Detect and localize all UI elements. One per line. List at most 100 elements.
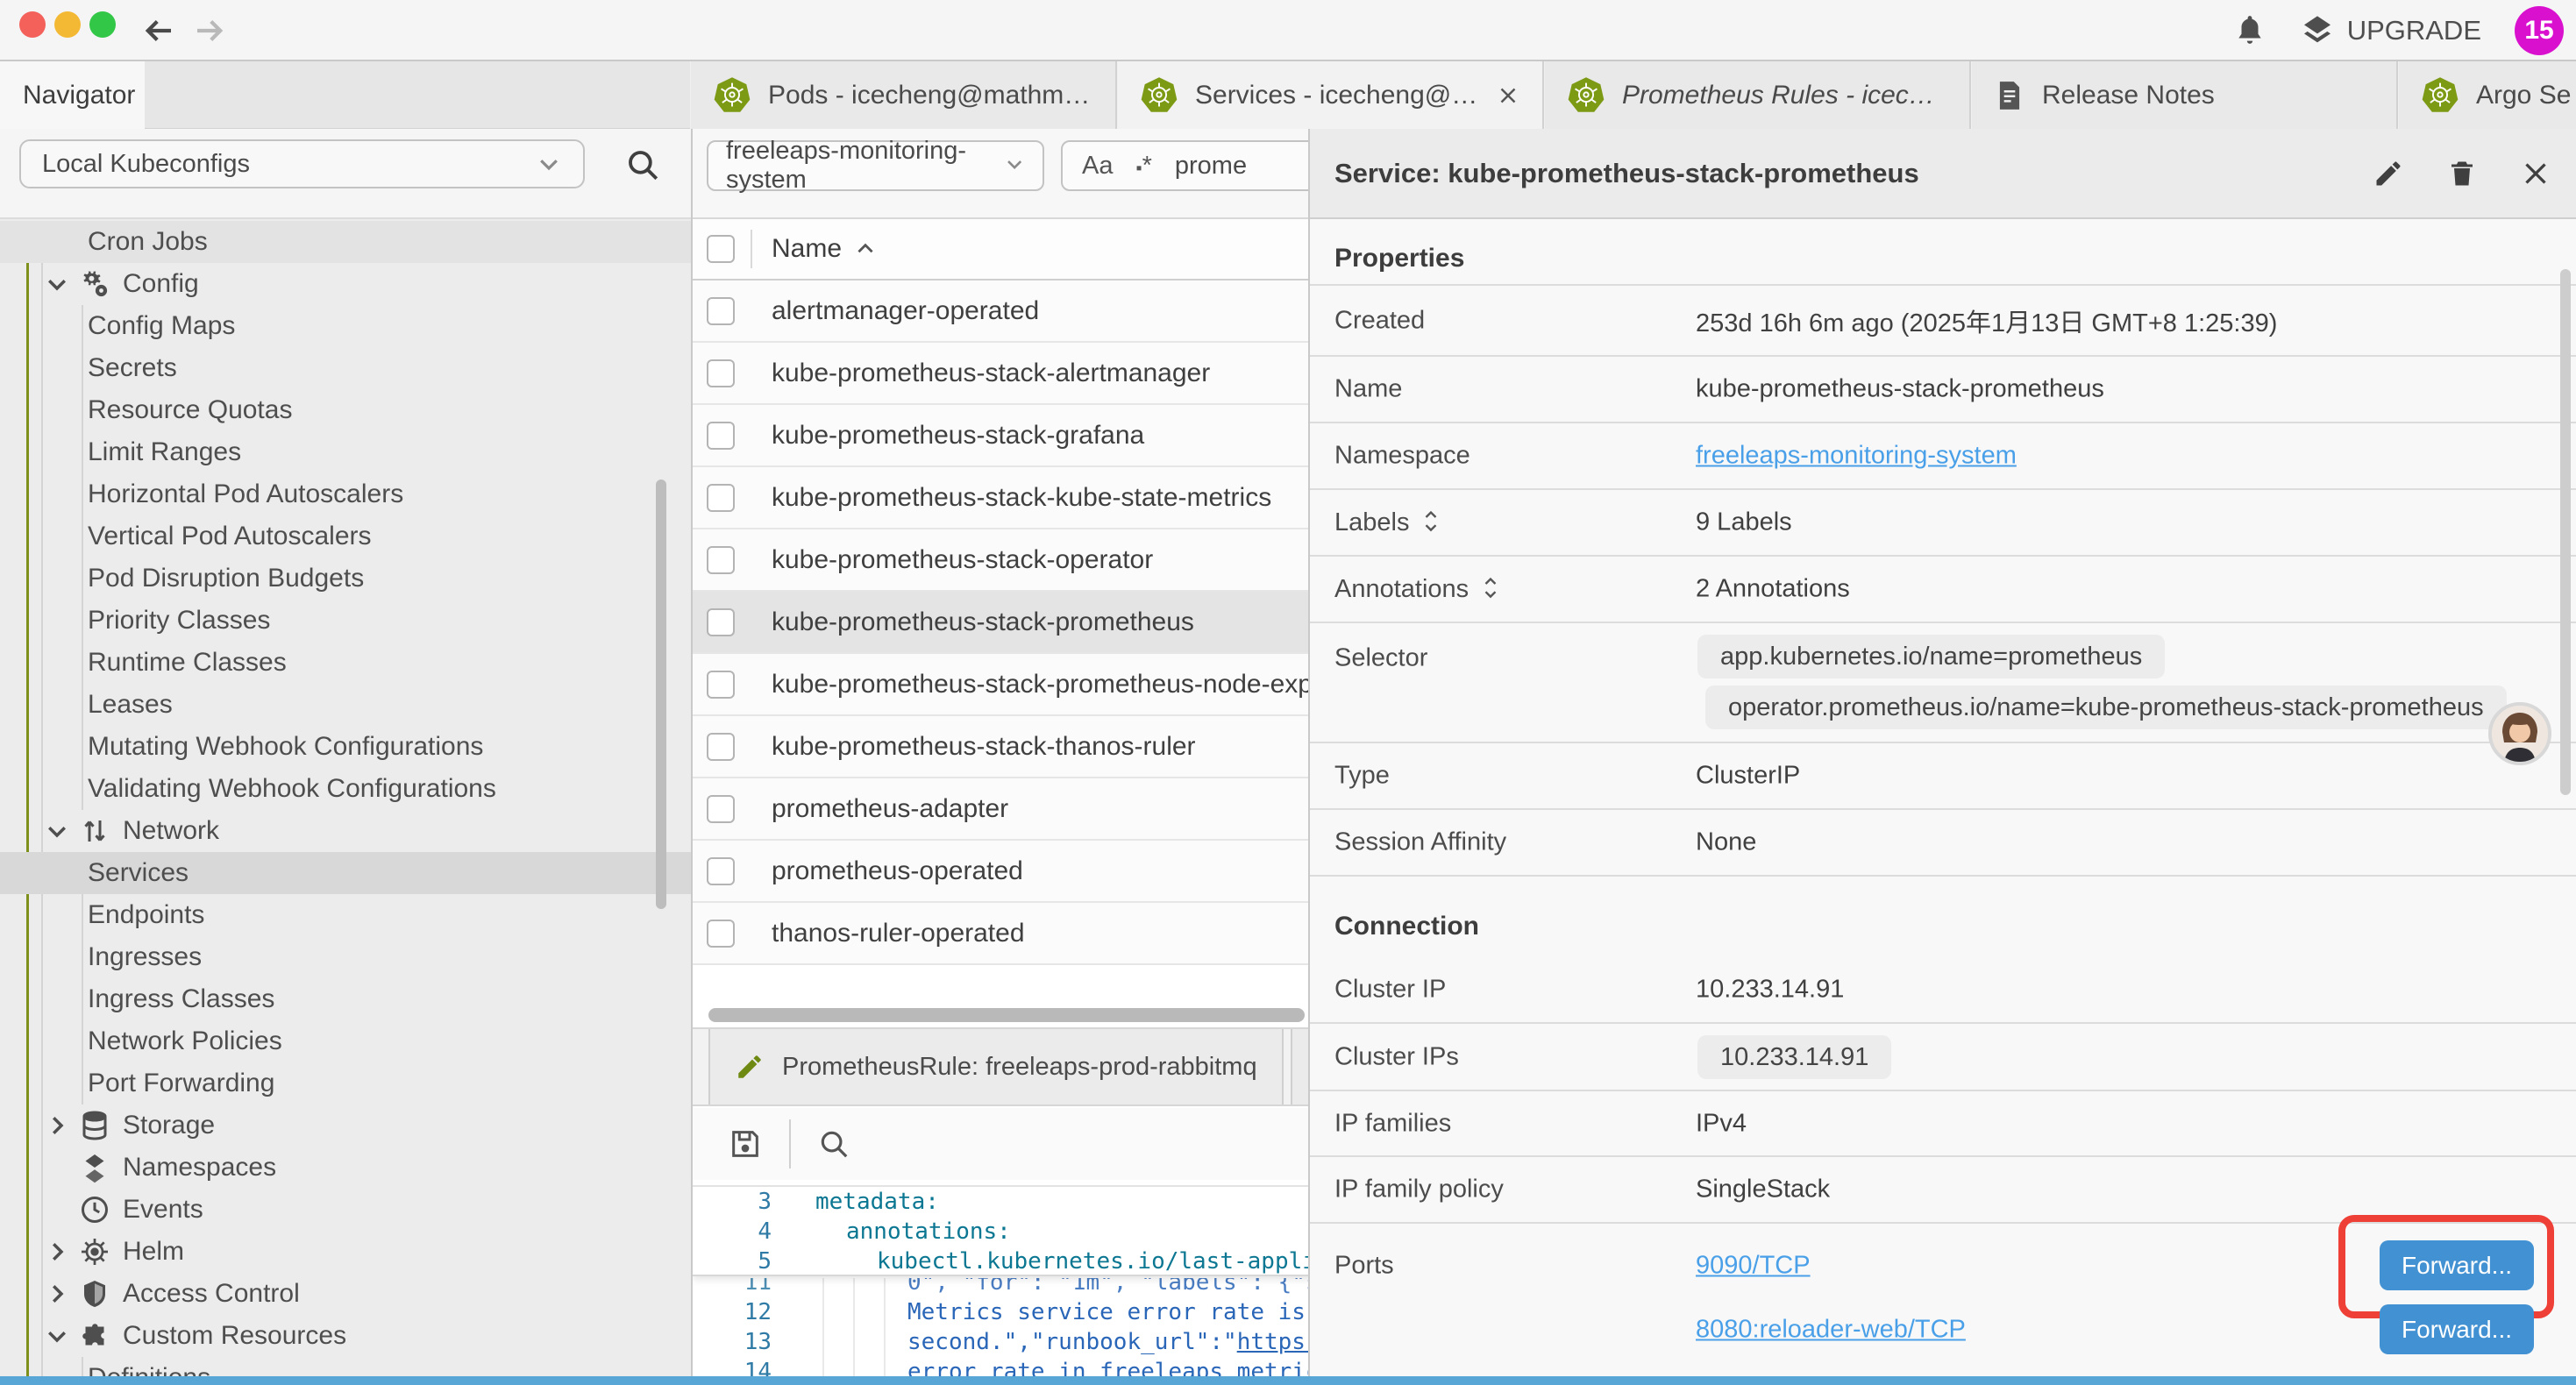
expand-collapse-icon[interactable] bbox=[1481, 574, 1500, 604]
notification-count-badge[interactable]: 15 bbox=[2515, 6, 2564, 55]
window-close-button[interactable] bbox=[19, 11, 46, 38]
chevron-down-icon[interactable] bbox=[44, 818, 70, 844]
namespace-select-value: freeleaps-monitoring-system bbox=[726, 137, 1004, 195]
window-minimize-button[interactable] bbox=[54, 11, 81, 38]
name-column-header[interactable]: Name bbox=[772, 234, 877, 264]
row-checkbox[interactable] bbox=[707, 920, 735, 948]
editor-tab-prometheusrule[interactable]: PrometheusRule: freeleaps-prod-rabbitmq bbox=[708, 1029, 1284, 1104]
row-checkbox[interactable] bbox=[707, 359, 735, 387]
forward-button-8080[interactable]: Forward... bbox=[2380, 1304, 2534, 1354]
tab-close-icon[interactable] bbox=[1495, 82, 1521, 109]
app-tab-2[interactable]: Services - icecheng@math... bbox=[1117, 61, 1544, 129]
sidebar-item-runtime-classes[interactable]: Runtime Classes bbox=[0, 642, 691, 684]
close-icon[interactable] bbox=[2520, 158, 2551, 189]
port-link-8080[interactable]: 8080:reloader-web/TCP bbox=[1696, 1316, 1966, 1345]
sidebar-item-validating-webhook-configurations[interactable]: Validating Webhook Configurations bbox=[0, 768, 691, 810]
sidebar-item-vertical-pod-autoscalers[interactable]: Vertical Pod Autoscalers bbox=[0, 515, 691, 558]
sidebar-item-horizontal-pod-autoscalers[interactable]: Horizontal Pod Autoscalers bbox=[0, 473, 691, 515]
sidebar-item-cron-jobs[interactable]: Cron Jobs bbox=[0, 221, 691, 263]
editor-search-icon[interactable] bbox=[817, 1127, 850, 1161]
ports-label: Ports bbox=[1334, 1252, 1394, 1281]
notifications-bell-icon[interactable] bbox=[2233, 13, 2266, 48]
kubeconfig-select[interactable]: Local Kubeconfigs bbox=[19, 139, 585, 188]
row-checkbox[interactable] bbox=[707, 484, 735, 512]
sidebar-search-icon[interactable] bbox=[624, 146, 661, 183]
sidebar-item-endpoints[interactable]: Endpoints bbox=[0, 894, 691, 936]
detail-scrollbar[interactable] bbox=[2560, 269, 2571, 795]
sidebar-item-services[interactable]: Services bbox=[0, 852, 691, 894]
sidebar-item-label: Runtime Classes bbox=[88, 648, 287, 678]
row-checkbox[interactable] bbox=[707, 546, 735, 574]
row-checkbox[interactable] bbox=[707, 733, 735, 761]
sidebar-item-storage[interactable]: Storage bbox=[0, 1104, 691, 1147]
sidebar-item-port-forwarding[interactable]: Port Forwarding bbox=[0, 1062, 691, 1104]
database-icon bbox=[79, 1110, 110, 1141]
sidebar-item-label: Namespaces bbox=[123, 1153, 276, 1183]
sidebar-item-events[interactable]: Events bbox=[0, 1189, 691, 1231]
sidebar-item-leases[interactable]: Leases bbox=[0, 684, 691, 726]
row-checkbox[interactable] bbox=[707, 422, 735, 450]
namespace-select[interactable]: freeleaps-monitoring-system bbox=[707, 140, 1044, 191]
save-icon[interactable] bbox=[728, 1126, 763, 1161]
sidebar-search-row: Local Kubeconfigs bbox=[0, 129, 691, 219]
port-link-9090[interactable]: 9090/TCP bbox=[1696, 1252, 1811, 1281]
row-checkbox[interactable] bbox=[707, 795, 735, 823]
forward-arrow-icon[interactable] bbox=[191, 12, 228, 49]
session-affinity-label: Session Affinity bbox=[1334, 828, 1506, 857]
sidebar-item-namespaces[interactable]: Namespaces bbox=[0, 1147, 691, 1189]
chevron-down-icon[interactable] bbox=[44, 1323, 70, 1349]
ip-families-value: IPv4 bbox=[1696, 1109, 1747, 1138]
sidebar-item-config-maps[interactable]: Config Maps bbox=[0, 305, 691, 347]
sidebar-item-ingresses[interactable]: Ingresses bbox=[0, 936, 691, 978]
chevron-right-icon[interactable] bbox=[44, 1112, 70, 1139]
regex-toggle[interactable]: ▪* bbox=[1135, 152, 1151, 181]
chevron-right-icon[interactable] bbox=[44, 1239, 70, 1265]
sidebar-item-secrets[interactable]: Secrets bbox=[0, 347, 691, 389]
forward-button-9090[interactable]: Forward... bbox=[2380, 1240, 2534, 1290]
labels-value[interactable]: 9 Labels bbox=[1696, 508, 1792, 537]
sidebar-item-ingress-classes[interactable]: Ingress Classes bbox=[0, 978, 691, 1020]
annotations-value[interactable]: 2 Annotations bbox=[1696, 575, 1850, 604]
select-all-checkbox[interactable] bbox=[707, 235, 735, 263]
name-label: Name bbox=[1334, 375, 1402, 404]
sidebar-item-network[interactable]: Network bbox=[0, 810, 691, 852]
row-checkbox[interactable] bbox=[707, 857, 735, 885]
sidebar-item-resource-quotas[interactable]: Resource Quotas bbox=[0, 389, 691, 431]
upgrade-button[interactable]: UPGRADE bbox=[2300, 13, 2481, 48]
sidebar-item-custom-resources[interactable]: Custom Resources bbox=[0, 1315, 691, 1357]
match-case-toggle[interactable]: Aa bbox=[1082, 152, 1113, 181]
expand-collapse-icon[interactable] bbox=[1421, 508, 1441, 537]
app-tab-1[interactable]: Pods - icecheng@mathmas... bbox=[690, 61, 1117, 129]
kubernetes-icon bbox=[1566, 75, 1606, 116]
service-name-cell: kube-prometheus-stack-kube-state-metrics bbox=[772, 483, 1271, 513]
edit-pencil-icon[interactable] bbox=[2373, 158, 2404, 189]
window-zoom-button[interactable] bbox=[89, 11, 116, 38]
sidebar-item-mutating-webhook-configurations[interactable]: Mutating Webhook Configurations bbox=[0, 726, 691, 768]
sidebar-item-config[interactable]: Config bbox=[0, 263, 691, 305]
namespace-link[interactable]: freeleaps-monitoring-system bbox=[1696, 442, 2017, 471]
app-tab-3[interactable]: Prometheus Rules - icecheng... bbox=[1544, 61, 1971, 129]
sidebar-item-limit-ranges[interactable]: Limit Ranges bbox=[0, 431, 691, 473]
row-checkbox[interactable] bbox=[707, 297, 735, 325]
row-checkbox[interactable] bbox=[707, 608, 735, 636]
sidebar-item-priority-classes[interactable]: Priority Classes bbox=[0, 600, 691, 642]
navigator-panel-tab[interactable]: Navigator bbox=[0, 61, 145, 129]
sidebar-scrollbar[interactable] bbox=[656, 479, 666, 909]
sidebar-item-helm[interactable]: Helm bbox=[0, 1231, 691, 1273]
user-avatar[interactable] bbox=[2488, 702, 2551, 765]
chevron-down-icon[interactable] bbox=[44, 271, 70, 297]
delete-trash-icon[interactable] bbox=[2446, 158, 2478, 189]
app-tab-5[interactable]: Argo Se bbox=[2398, 61, 2576, 129]
app-tab-4[interactable]: Release Notes bbox=[1971, 61, 2398, 129]
back-arrow-icon[interactable] bbox=[140, 12, 177, 49]
sidebar-item-access-control[interactable]: Access Control bbox=[0, 1273, 691, 1315]
table-horizontal-scrollbar[interactable] bbox=[708, 1008, 1305, 1022]
row-checkbox[interactable] bbox=[707, 671, 735, 699]
chevron-right-icon[interactable] bbox=[44, 1281, 70, 1307]
sidebar-item-pod-disruption-budgets[interactable]: Pod Disruption Budgets bbox=[0, 558, 691, 600]
created-row: Created 253d 16h 6m ago (2025年1月13日 GMT+… bbox=[1310, 284, 2576, 357]
kubernetes-icon bbox=[1139, 75, 1179, 116]
sidebar-item-network-policies[interactable]: Network Policies bbox=[0, 1020, 691, 1062]
type-label: Type bbox=[1334, 762, 1390, 791]
sidebar-item-label: Events bbox=[123, 1195, 203, 1225]
